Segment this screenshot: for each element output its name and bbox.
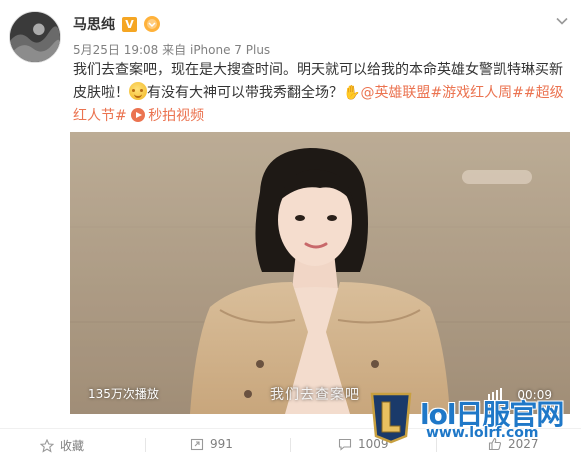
post-date[interactable]: 5月25日 19:08 (73, 43, 158, 57)
lol-logo-icon (370, 392, 412, 444)
member-badge-icon (144, 16, 160, 32)
repost-button[interactable]: 991 (190, 437, 233, 451)
post-device: iPhone 7 Plus (189, 43, 271, 57)
repost-count: 991 (210, 437, 233, 451)
favorite-button[interactable]: 收藏 (40, 437, 84, 454)
video-player[interactable]: 135万次播放 我们去查案吧 00:09 (70, 132, 570, 414)
post-text-part2: 有没有大神可以带我秀翻全场？ (147, 85, 343, 101)
hand-emoji-icon: ✋ (343, 85, 361, 101)
chevron-down-icon[interactable] (555, 14, 569, 28)
post-text: 我们去查案吧，现在是大搜查时间。明天就可以给我的本命英雄女警凯特琳买新皮肤啦！有… (73, 59, 573, 128)
video-link-label: 秒拍视频 (148, 108, 205, 124)
username[interactable]: 马思纯 (73, 14, 115, 34)
avatar[interactable] (9, 11, 61, 63)
video-subtitle: 我们去查案吧 (270, 387, 360, 403)
divider (290, 438, 291, 452)
star-icon (40, 438, 54, 453)
watermark: lol日服官网 www.lolrf.com (368, 392, 578, 444)
comment-icon (338, 438, 352, 451)
view-count: 135万次播放 (88, 387, 159, 401)
source-prefix: 来自 (162, 43, 187, 57)
crying-emoji-icon (129, 82, 147, 100)
post-meta: 5月25日 19:08 来自 iPhone 7 Plus (73, 41, 270, 58)
user-row: 马思纯 V (73, 14, 160, 34)
video-link[interactable]: 秒拍视频 (131, 108, 204, 124)
verified-badge: V (122, 16, 137, 32)
video-frame (70, 132, 570, 414)
divider (145, 438, 146, 452)
repost-icon (190, 438, 204, 451)
mention-link[interactable]: @英雄联盟 (360, 85, 430, 101)
favorite-label: 收藏 (60, 439, 85, 453)
watermark-url: www.lolrf.com (426, 425, 539, 441)
hashtag-link-1[interactable]: #游戏红人周# (430, 85, 523, 101)
play-circle-icon (131, 108, 146, 122)
